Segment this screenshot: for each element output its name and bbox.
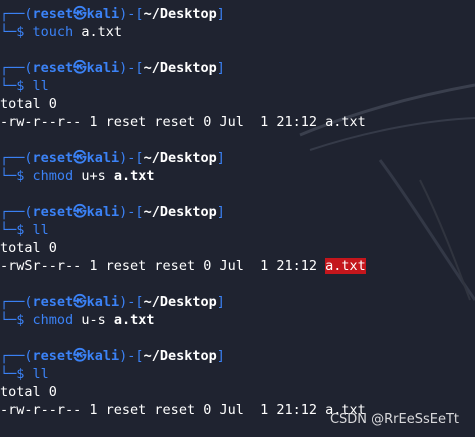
output-file-listing: -rw-r--r-- 1 reset reset 0 Jul 1 21:12 a… xyxy=(0,114,366,130)
terminal-output: ┌──(reset㉿kali)-[~/Desktop] └─$ touch a.… xyxy=(0,5,475,419)
command-line: └─$ chmod u-s a.txt xyxy=(0,312,155,328)
command-line: └─$ touch a.txt xyxy=(0,24,122,40)
file-name: a.txt xyxy=(325,114,366,130)
csdn-watermark: CSDN @RrEeSsEeTt xyxy=(329,412,459,427)
file-name-highlighted: a.txt xyxy=(325,258,366,274)
output-total: total 0 xyxy=(0,240,57,256)
output-total: total 0 xyxy=(0,384,57,400)
prompt-header: ┌──(reset㉿kali)-[~/Desktop] xyxy=(0,204,225,220)
output-file-listing: -rwSr--r-- 1 reset reset 0 Jul 1 21:12 a… xyxy=(0,258,366,274)
prompt-header: ┌──(reset㉿kali)-[~/Desktop] xyxy=(0,150,225,166)
command-line: └─$ ll xyxy=(0,222,49,238)
prompt-header: ┌──(reset㉿kali)-[~/Desktop] xyxy=(0,6,225,22)
prompt-header: ┌──(reset㉿kali)-[~/Desktop] xyxy=(0,60,225,76)
prompt-header: ┌──(reset㉿kali)-[~/Desktop] xyxy=(0,348,225,364)
output-total: total 0 xyxy=(0,96,57,112)
command-line: └─$ ll xyxy=(0,366,49,382)
command-line: └─$ chmod u+s a.txt xyxy=(0,168,155,184)
prompt-header: ┌──(reset㉿kali)-[~/Desktop] xyxy=(0,294,225,310)
command-line: └─$ ll xyxy=(0,78,49,94)
